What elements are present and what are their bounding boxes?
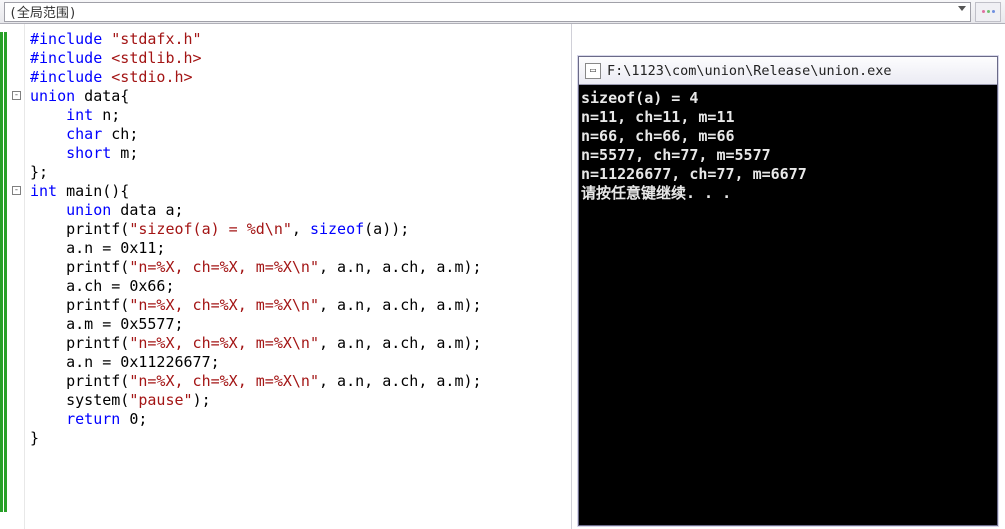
code-line[interactable]: char ch; (30, 125, 569, 144)
code-line[interactable]: #include <stdio.h> (30, 68, 569, 87)
app-icon: ▭ (585, 63, 601, 79)
fold-toggle[interactable]: - (12, 91, 21, 100)
code-line[interactable]: }; (30, 163, 569, 182)
code-line[interactable]: union data a; (30, 201, 569, 220)
code-line[interactable]: } (30, 429, 569, 448)
code-area[interactable]: #include "stdafx.h"#include <stdlib.h>#i… (30, 30, 569, 529)
code-line[interactable]: printf("n=%X, ch=%X, m=%X\n", a.n, a.ch,… (30, 372, 569, 391)
code-line[interactable]: system("pause"); (30, 391, 569, 410)
code-line[interactable]: a.n = 0x11; (30, 239, 569, 258)
code-line[interactable]: printf("n=%X, ch=%X, m=%X\n", a.n, a.ch,… (30, 334, 569, 353)
code-line[interactable]: printf("n=%X, ch=%X, m=%X\n", a.n, a.ch,… (30, 258, 569, 277)
fold-toggle[interactable]: - (12, 186, 21, 195)
code-line[interactable]: return 0; (30, 410, 569, 429)
code-line[interactable]: union data{ (30, 87, 569, 106)
console-line: n=11226677, ch=77, m=6677 (581, 165, 995, 184)
code-line[interactable]: int main(){ (30, 182, 569, 201)
dots-icon (982, 10, 995, 13)
console-line: sizeof(a) = 4 (581, 89, 995, 108)
code-line[interactable]: printf("n=%X, ch=%X, m=%X\n", a.n, a.ch,… (30, 296, 569, 315)
console-line: 请按任意键继续. . . (581, 184, 995, 203)
console-body[interactable]: sizeof(a) = 4n=11, ch=11, m=11n=66, ch=6… (579, 85, 997, 525)
editor-gutter: -- (0, 24, 25, 529)
code-line[interactable]: printf("sizeof(a) = %d\n", sizeof(a)); (30, 220, 569, 239)
console-title: F:\1123\com\union\Release\union.exe (607, 63, 891, 79)
code-line[interactable]: a.ch = 0x66; (30, 277, 569, 296)
code-line[interactable]: int n; (30, 106, 569, 125)
code-line[interactable]: a.n = 0x11226677; (30, 353, 569, 372)
toolbar: (全局范围) (0, 0, 1005, 24)
scope-dropdown[interactable]: (全局范围) (4, 2, 971, 22)
code-editor[interactable]: -- #include "stdafx.h"#include <stdlib.h… (0, 24, 572, 529)
console-titlebar[interactable]: ▭ F:\1123\com\union\Release\union.exe (579, 57, 997, 85)
chevron-down-icon (958, 6, 966, 11)
scope-label: (全局范围) (9, 2, 77, 21)
console-line: n=5577, ch=77, m=5577 (581, 146, 995, 165)
code-line[interactable]: #include "stdafx.h" (30, 30, 569, 49)
console-line: n=66, ch=66, m=66 (581, 127, 995, 146)
workspace: -- #include "stdafx.h"#include <stdlib.h… (0, 24, 1005, 529)
code-line[interactable]: #include <stdlib.h> (30, 49, 569, 68)
code-line[interactable]: a.m = 0x5577; (30, 315, 569, 334)
console-line: n=11, ch=11, m=11 (581, 108, 995, 127)
console-window: ▭ F:\1123\com\union\Release\union.exe si… (578, 56, 998, 526)
toolbar-overflow-button[interactable] (975, 2, 1001, 22)
code-line[interactable]: short m; (30, 144, 569, 163)
